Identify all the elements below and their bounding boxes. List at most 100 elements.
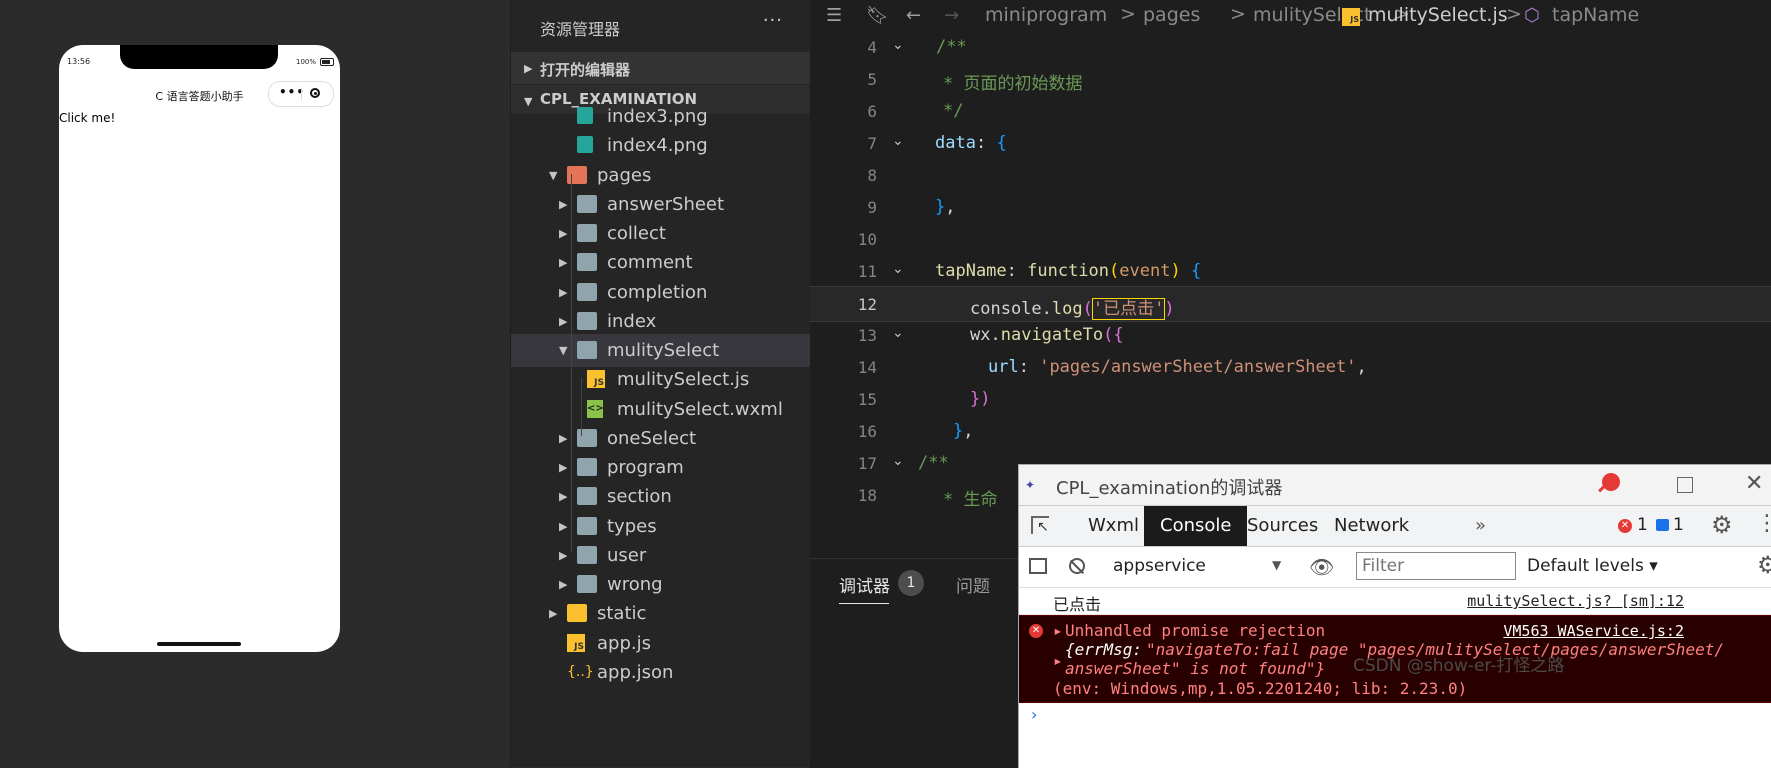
js-file-icon: JS	[587, 370, 605, 389]
forward-arrow-icon[interactable]: →	[944, 5, 959, 26]
code-line[interactable]: 10	[810, 222, 1771, 258]
tree-item-mulityselect-wxml[interactable]: <> mulitySelect.wxml	[511, 393, 811, 426]
code-line[interactable]: 14 url: 'pages/answerSheet/answerSheet',	[810, 350, 1771, 386]
code-line[interactable]: 13 ⌄ wx.navigateTo({	[810, 318, 1771, 354]
tree-item-comment[interactable]: ▶ comment	[511, 246, 811, 279]
code-line[interactable]: 5 * 页面的初始数据	[810, 62, 1771, 98]
tree-item-answersheet[interactable]: ▶ answerSheet	[511, 188, 811, 221]
close-icon[interactable]: ✕	[1745, 471, 1763, 496]
chevron-right-icon[interactable]: ▶	[559, 227, 567, 240]
chevron-right-icon[interactable]: ▶	[559, 549, 567, 562]
sidebar-toggle-icon[interactable]	[1029, 558, 1047, 574]
tab-issues[interactable]: 问题	[956, 572, 990, 597]
fold-chevron-icon[interactable]: ⌄	[892, 37, 904, 53]
clear-console-icon[interactable]	[1069, 558, 1085, 574]
tree-item-types[interactable]: ▶ types	[511, 510, 811, 543]
filter-input[interactable]	[1356, 552, 1516, 580]
tab-network[interactable]: Network	[1318, 506, 1425, 546]
chevron-right-icon[interactable]: ▶	[549, 607, 557, 620]
breadcrumb-item[interactable]: pages	[1143, 4, 1200, 26]
gear-icon[interactable]: ⚙	[1711, 511, 1733, 539]
chevron-right-icon[interactable]: ▶	[559, 432, 567, 445]
more-tabs-icon[interactable]: »	[1475, 515, 1486, 536]
tree-item-collect[interactable]: ▶ collect	[511, 217, 811, 250]
console-settings-icon[interactable]: ⚙	[1757, 551, 1771, 579]
open-editors-section[interactable]: ▶ 打开的编辑器	[511, 52, 811, 84]
chevron-right-icon[interactable]: ▶	[559, 461, 567, 474]
tree-item-app-js[interactable]: JS app.js	[511, 627, 811, 660]
message-count[interactable]: 1	[1673, 515, 1684, 535]
inspect-element-icon[interactable]	[1031, 516, 1049, 535]
chevron-down-icon[interactable]: ▼	[1272, 558, 1281, 572]
code-text: wx.navigateTo({	[970, 325, 1124, 345]
context-select[interactable]: appservice	[1113, 556, 1206, 576]
expand-caret-icon[interactable]: ▸	[1053, 621, 1063, 640]
chevron-right-icon[interactable]: ▶	[559, 490, 567, 503]
chevron-right-icon[interactable]: ▶	[559, 578, 567, 591]
fold-chevron-icon[interactable]: ⌄	[892, 325, 904, 341]
message-count-icon[interactable]	[1656, 519, 1669, 531]
chevron-right-icon[interactable]: ▶	[559, 520, 567, 533]
tree-item-wrong[interactable]: ▶ wrong	[511, 568, 811, 601]
tree-item-app-json[interactable]: {..} app.json	[511, 656, 811, 689]
tree-item-index[interactable]: ▶ index	[511, 305, 811, 338]
eye-icon[interactable]: 👁︎	[1309, 555, 1334, 579]
maximize-icon[interactable]	[1677, 477, 1693, 493]
code-line[interactable]: 6 */	[810, 94, 1771, 130]
tree-item-static[interactable]: ▶ static	[511, 597, 811, 630]
fold-chevron-icon[interactable]: ⌄	[892, 133, 904, 149]
breadcrumb: ☰ 🔖︎ ← → miniprogram > pages > mulitySel…	[810, 0, 1771, 34]
code-line[interactable]: 15})	[810, 382, 1771, 418]
chevron-right-icon[interactable]: ▶	[559, 256, 567, 269]
error-count[interactable]: 1	[1637, 515, 1648, 535]
code-line[interactable]: 8	[810, 158, 1771, 194]
bookmark-icon[interactable]: 🔖︎	[866, 5, 889, 26]
fold-chevron-icon[interactable]: ⌄	[892, 453, 904, 469]
close-circle-icon[interactable]	[310, 88, 320, 98]
tab-wxml[interactable]: Wxml	[1072, 506, 1155, 546]
pin-icon[interactable]	[1602, 473, 1620, 491]
error-source-link[interactable]: VM563 WAService.js:2	[1503, 622, 1684, 640]
tree-item-mulityselect-js[interactable]: JS mulitySelect.js	[511, 363, 811, 396]
back-arrow-icon[interactable]: ←	[906, 5, 921, 26]
log-source-link[interactable]: mulitySelect.js? [sm]:12	[1467, 592, 1684, 610]
tree-item-completion[interactable]: ▶ completion	[511, 276, 811, 309]
tree-item-pages[interactable]: ▼ pages	[511, 159, 811, 192]
tab-debugger[interactable]: 调试器	[839, 572, 890, 597]
code-text: * 生命	[943, 485, 997, 510]
chevron-right-icon[interactable]: ▶	[559, 286, 567, 299]
tree-item-section[interactable]: ▶ section	[511, 480, 811, 513]
tree-item-oneselect[interactable]: ▶ oneSelect	[511, 422, 811, 455]
tree-item-index3-png[interactable]: index3.png	[511, 100, 811, 133]
console-prompt-icon[interactable]: ›	[1031, 705, 1037, 724]
mini-program-capsule[interactable]: •••	[268, 81, 334, 107]
code-line[interactable]: 16},	[810, 414, 1771, 450]
error-count-icon[interactable]: ✕	[1618, 519, 1632, 533]
fold-chevron-icon[interactable]: ⌄	[892, 261, 904, 277]
code-line[interactable]: 11 ⌄ tapName: function(event) {	[810, 254, 1771, 290]
click-me-text[interactable]: Click me!	[59, 111, 115, 125]
breadcrumb-item[interactable]: mulitySelect.js	[1368, 4, 1508, 26]
code-line[interactable]: 4 ⌄ /**	[810, 30, 1771, 66]
tree-item-mulityselect[interactable]: ▼ mulitySelect	[511, 334, 811, 367]
file-explorer: 资源管理器 ··· ▶ 打开的编辑器 ▼ CPL_EXAMINATION ind…	[510, 0, 811, 767]
tree-item-user[interactable]: ▶ user	[511, 539, 811, 572]
code-line[interactable]: 9},	[810, 190, 1771, 226]
chevron-down-icon[interactable]: ▼	[549, 169, 557, 182]
code-line[interactable]: 7 ⌄ data: {	[810, 126, 1771, 162]
breadcrumb-item[interactable]: miniprogram	[985, 4, 1107, 26]
chevron-right-icon[interactable]: ▶	[559, 315, 567, 328]
breadcrumb-item[interactable]: tapName	[1552, 4, 1639, 26]
chevron-right-icon[interactable]: ▶	[559, 198, 567, 211]
more-actions-icon[interactable]: ···	[763, 10, 783, 31]
phone-notch	[120, 45, 278, 69]
kebab-menu-icon[interactable]: ⋮	[1756, 511, 1771, 536]
expand-caret-icon[interactable]: ▸	[1053, 651, 1063, 670]
outline-list-icon[interactable]: ☰	[826, 5, 842, 26]
tree-item-program[interactable]: ▶ program	[511, 451, 811, 484]
chevron-down-icon[interactable]: ▼	[559, 344, 567, 357]
log-levels-select[interactable]: Default levels ▾	[1527, 556, 1658, 576]
tree-item-index4-png[interactable]: index4.png	[511, 129, 811, 162]
tree-item-label: static	[597, 603, 647, 625]
code-line[interactable]: 12 console.log('已点击')	[810, 286, 1771, 323]
